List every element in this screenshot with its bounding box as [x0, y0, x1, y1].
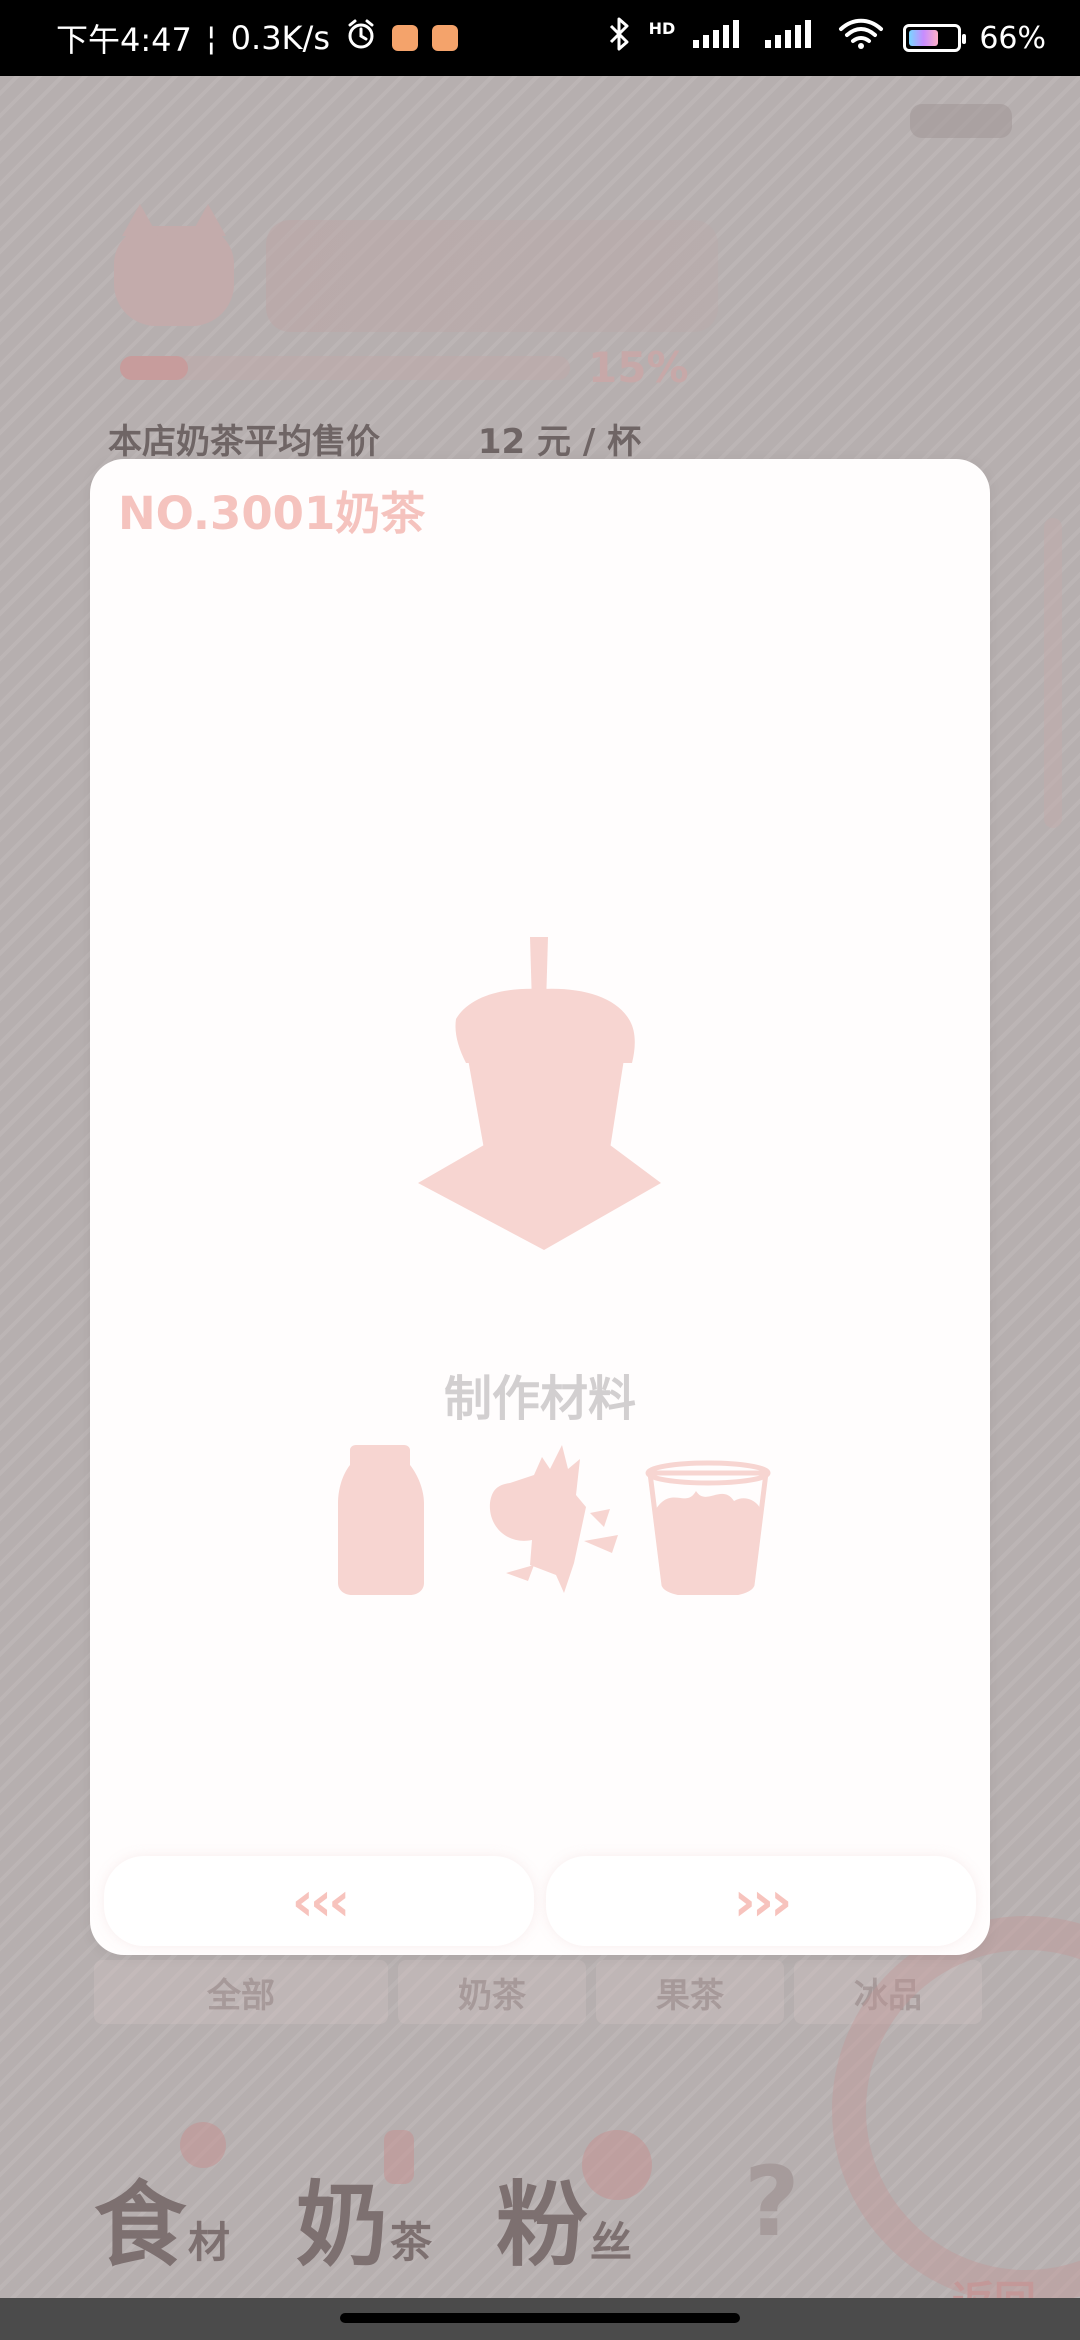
top-right-dim-control — [910, 104, 1012, 138]
nav-ingredients-big-text: 食 — [94, 2172, 187, 2279]
bottom-navigation: 食材 奶茶 粉丝 ? — [94, 2122, 854, 2272]
materials-heading: 制作材料 — [443, 1371, 636, 1427]
ingredients-decoration-icon — [180, 2122, 226, 2168]
tea-leaves-icon — [462, 1445, 618, 1595]
home-indicator[interactable] — [340, 2313, 740, 2323]
shop-progress-percent: 15% — [588, 343, 689, 392]
alarm-icon — [344, 17, 378, 59]
locked-nav-item[interactable]: ? — [744, 2146, 800, 2258]
materials-row — [322, 1445, 778, 1598]
tab-fruit-tea[interactable]: 果茶 — [596, 1960, 784, 2024]
tab-all[interactable]: 全部 — [94, 1960, 388, 2024]
status-bar: 下午4:47 ¦ 0.3K/s HD 66% — [0, 0, 1080, 76]
shop-progress-track — [120, 356, 570, 380]
nav-milk-tea[interactable]: 奶茶 — [296, 2180, 432, 2272]
fans-decoration-icon — [582, 2130, 652, 2200]
milk-bottle-icon — [322, 1445, 462, 1595]
battery-level — [909, 30, 938, 46]
ice-cup-icon — [638, 1445, 778, 1598]
network-speed: 0.3K/s — [230, 19, 330, 57]
nav-milk-tea-big-text: 奶 — [296, 2172, 389, 2279]
category-tabs: 全部 奶茶 果茶 冰品 — [94, 1960, 982, 2024]
product-detail-modal: NO.3001奶茶 制作材料 ‹‹‹ ››› — [90, 459, 990, 1955]
app-screen: 下午4:47 ¦ 0.3K/s HD 66% 15% 本店奶茶平均售价 12 元… — [0, 0, 1080, 2340]
milk-tea-decoration-icon — [384, 2130, 414, 2184]
cloud-app-icon — [431, 25, 458, 51]
average-price-label: 本店奶茶平均售价 — [108, 422, 380, 462]
shop-progress-fill — [120, 356, 188, 380]
nav-ingredients-small-text: 材 — [188, 2218, 231, 2267]
signal-icon-secondary — [765, 20, 819, 56]
shop-title-graphic — [266, 220, 718, 332]
nav-milk-tea-small-text: 茶 — [390, 2218, 433, 2267]
status-left: 下午4:47 ¦ 0.3K/s — [56, 17, 458, 59]
signal-icon — [693, 20, 747, 56]
next-item-button[interactable]: ››› — [546, 1856, 976, 1946]
average-price-value: 12 元 / 杯 — [477, 422, 642, 462]
status-right: HD 66% — [607, 17, 1046, 59]
status-time: 下午4:47 — [56, 21, 192, 59]
product-title: NO.3001奶茶 — [118, 487, 426, 540]
bluetooth-icon — [607, 17, 631, 59]
wifi-icon — [837, 17, 885, 59]
nav-fans-big-text: 粉 — [496, 2172, 589, 2279]
bubble-tea-silhouette-icon — [418, 935, 666, 1257]
app-notification-icon — [391, 25, 418, 51]
status-separator: ¦ — [205, 19, 217, 57]
nav-fans-small-text: 丝 — [590, 2218, 633, 2267]
battery-icon — [903, 24, 967, 52]
side-scrollbar[interactable] — [1044, 518, 1062, 828]
battery-percent: 66% — [979, 20, 1046, 56]
cat-logo — [114, 204, 234, 326]
hd-signal-text: HD — [648, 18, 676, 38]
tab-milk-tea[interactable]: 奶茶 — [398, 1960, 586, 2024]
average-price-row: 本店奶茶平均售价 12 元 / 杯 — [108, 414, 641, 463]
previous-item-button[interactable]: ‹‹‹ — [104, 1856, 534, 1946]
nav-ingredients[interactable]: 食材 — [94, 2180, 230, 2272]
